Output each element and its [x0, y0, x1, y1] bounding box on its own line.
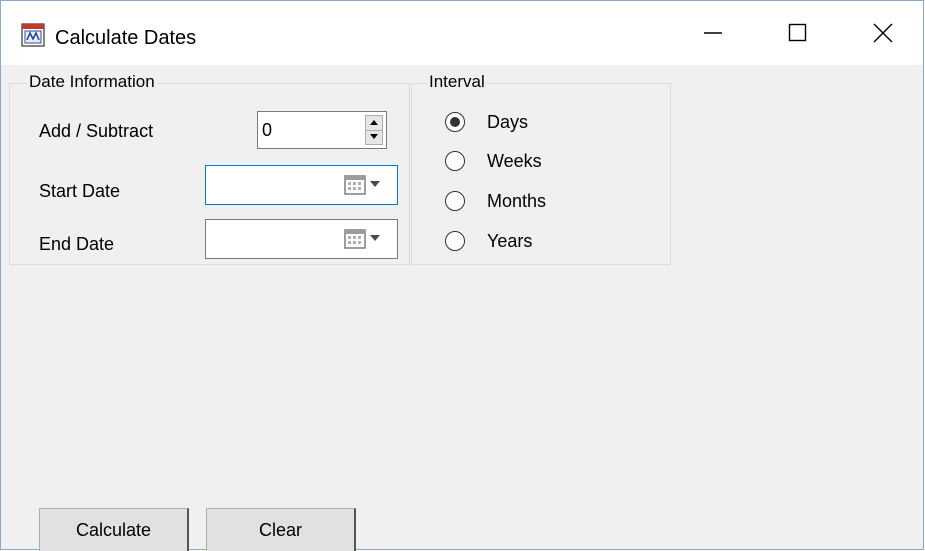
- spin-up-button[interactable]: [366, 116, 382, 131]
- radio-months-label: Months: [487, 191, 547, 211]
- add-subtract-value[interactable]: 0: [262, 120, 272, 141]
- calendar-dropdown-icon: [344, 175, 380, 195]
- minimize-button[interactable]: [683, 11, 743, 55]
- add-subtract-label: Add / Subtract: [39, 121, 154, 141]
- calculate-button[interactable]: Calculate: [39, 508, 189, 551]
- interval-legend: Interval: [427, 72, 487, 92]
- minimize-icon: [704, 32, 722, 34]
- calculate-dates-window: Calculate Dates Date Information Add / S…: [0, 0, 924, 551]
- radio-button-years[interactable]: [445, 231, 465, 251]
- end-date-picker[interactable]: [205, 219, 398, 259]
- close-button[interactable]: [853, 11, 913, 55]
- window-title: Calculate Dates: [55, 27, 197, 49]
- arrow-down-icon: [370, 134, 378, 139]
- maximize-icon: [788, 23, 807, 42]
- maximize-button[interactable]: [768, 11, 828, 55]
- radio-years-label: Years: [487, 231, 533, 251]
- arrow-up-icon: [370, 120, 378, 125]
- add-subtract-spinner[interactable]: 0: [257, 111, 387, 149]
- radio-days-label: Days: [487, 112, 529, 132]
- radio-button-months[interactable]: [445, 191, 465, 211]
- spin-down-button[interactable]: [366, 130, 382, 144]
- calendar-app-icon: [21, 23, 45, 47]
- radio-button-days[interactable]: [445, 112, 465, 132]
- radio-button-weeks[interactable]: [445, 151, 465, 171]
- end-date-label: End Date: [39, 234, 115, 254]
- radio-weeks-label: Weeks: [487, 151, 542, 171]
- start-date-picker[interactable]: [205, 165, 398, 205]
- start-date-label: Start Date: [39, 181, 121, 201]
- end-date-dropdown-button[interactable]: [344, 229, 390, 251]
- radio-selected-dot: [450, 117, 460, 127]
- spinner-buttons: [365, 115, 383, 145]
- calendar-dropdown-icon: [344, 229, 380, 249]
- title-bar[interactable]: Calculate Dates: [1, 1, 923, 65]
- close-icon: [873, 23, 893, 43]
- start-date-dropdown-button[interactable]: [344, 175, 390, 197]
- date-information-legend: Date Information: [27, 72, 157, 92]
- clear-button[interactable]: Clear: [206, 508, 356, 551]
